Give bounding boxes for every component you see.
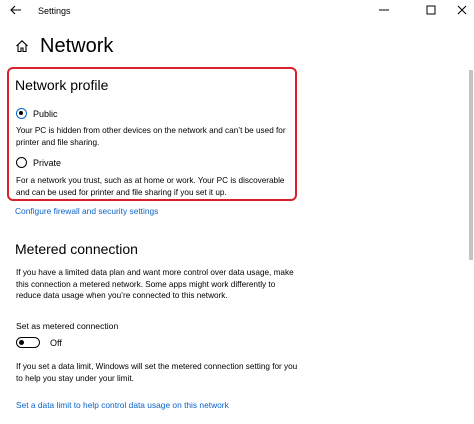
metered-description: If you have a limited data plan and want…: [16, 268, 294, 300]
close-icon[interactable]: [455, 4, 469, 16]
back-arrow-icon[interactable]: [9, 3, 23, 17]
toggle-knob: [19, 339, 24, 345]
title-bar: Settings: [0, 0, 474, 24]
public-description: Your PC is hidden from other devices on …: [16, 126, 286, 147]
configure-firewall-link[interactable]: Configure firewall and security settings: [15, 206, 158, 216]
private-description: For a network you trust, such as at home…: [16, 176, 285, 197]
page-header: Network: [0, 30, 474, 64]
page-title: Network: [40, 35, 114, 57]
set-data-limit-link[interactable]: Set a data limit to help control data us…: [16, 400, 229, 410]
private-radio-option[interactable]: Private: [16, 157, 61, 168]
private-radio-label: Private: [33, 157, 62, 168]
metered-connection-toggle[interactable]: [16, 337, 40, 348]
public-radio-label: Public: [33, 108, 58, 119]
public-radio-option[interactable]: Public: [16, 108, 58, 119]
toggle-state-text: Off: [50, 338, 62, 348]
metered-connection-heading: Metered connection: [15, 241, 138, 257]
window-title: Settings: [38, 6, 71, 16]
network-profile-heading: Network profile: [15, 77, 109, 93]
home-icon[interactable]: [15, 39, 29, 53]
private-radio-button[interactable]: [16, 157, 27, 168]
vertical-scrollbar[interactable]: [468, 24, 474, 424]
minimize-icon[interactable]: [377, 4, 391, 16]
scrollbar-thumb[interactable]: [469, 70, 473, 260]
data-limit-description: If you set a data limit, Windows will se…: [16, 362, 298, 383]
public-radio-button[interactable]: [16, 108, 27, 119]
metered-toggle-label: Set as metered connection: [16, 321, 119, 331]
maximize-icon[interactable]: [424, 4, 438, 16]
